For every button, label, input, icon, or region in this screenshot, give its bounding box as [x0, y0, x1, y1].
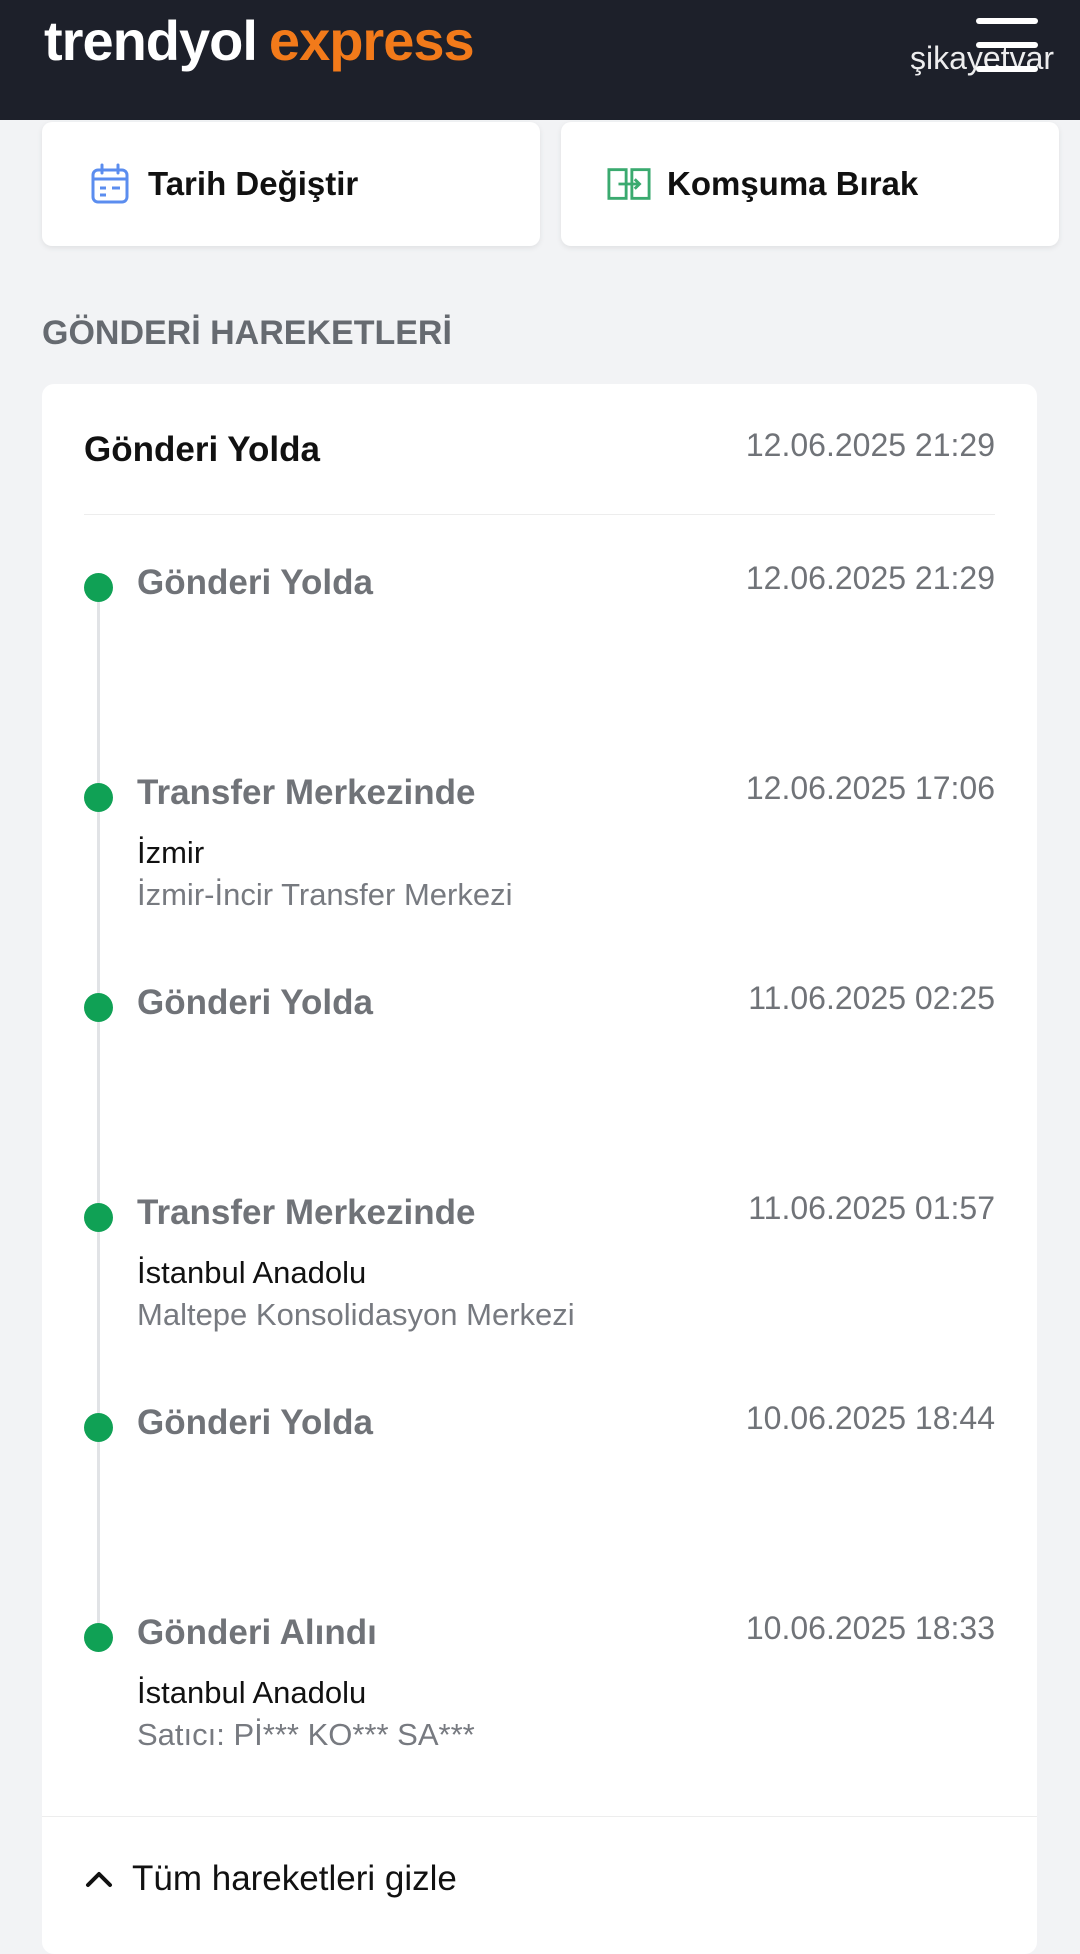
timeline-event: Gönderi Yolda 11.06.2025 02:25: [42, 980, 1037, 1183]
chevron-up-icon: [82, 1862, 116, 1896]
event-date: 11.06.2025 01:57: [748, 1190, 995, 1226]
event-date: 12.06.2025 21:29: [745, 560, 995, 596]
hide-all-movements-label: Tüm hareketleri gizle: [132, 1859, 457, 1898]
logo-text-express: express: [268, 9, 475, 72]
event-date: 12.06.2025 17:06: [745, 770, 995, 806]
timeline-event: Gönderi Yolda 10.06.2025 18:44: [42, 1400, 1037, 1603]
event-detail: İzmir-İncir Transfer Merkezi: [137, 877, 513, 912]
event-title: Transfer Merkezinde: [137, 773, 476, 812]
event-location: İstanbul Anadolu: [137, 1255, 367, 1290]
event-location: İstanbul Anadolu: [137, 1675, 367, 1710]
status-dot-icon: [84, 783, 113, 812]
leave-with-neighbor-button[interactable]: Komşuma Bırak: [561, 122, 1059, 246]
event-detail: Maltepe Konsolidasyon Merkezi: [137, 1297, 575, 1332]
event-detail: Satıcı: Pİ*** KO*** SA***: [137, 1717, 475, 1752]
timeline-event: Transfer Merkezinde 12.06.2025 17:06 İzm…: [42, 770, 1037, 973]
status-dot-icon: [84, 993, 113, 1022]
timeline-event: Transfer Merkezinde 11.06.2025 01:57 İst…: [42, 1190, 1037, 1393]
event-title: Gönderi Alındı: [137, 1613, 377, 1652]
hide-all-movements-button[interactable]: Tüm hareketleri gizle: [82, 1854, 457, 1904]
event-date: 10.06.2025 18:33: [745, 1610, 995, 1646]
summary-divider: [84, 514, 995, 515]
event-title: Gönderi Yolda: [137, 983, 373, 1022]
event-date: 11.06.2025 02:25: [748, 980, 995, 1016]
swap-box-icon: [607, 162, 651, 206]
event-location: İzmir: [137, 835, 205, 870]
event-title: Transfer Merkezinde: [137, 1193, 476, 1232]
calendar-icon: [88, 162, 132, 206]
timeline-event: Gönderi Alındı 10.06.2025 18:33 İstanbul…: [42, 1610, 1037, 1813]
event-title: Gönderi Yolda: [137, 1403, 373, 1442]
current-status-title: Gönderi Yolda: [84, 430, 320, 469]
logo-text-trendyol: trendyol: [44, 9, 258, 72]
current-status-date: 12.06.2025 21:29: [745, 427, 995, 463]
shipment-movements-heading: GÖNDERİ HAREKETLERİ: [42, 314, 452, 352]
trendyol-express-logo[interactable]: trendyol express: [44, 8, 475, 73]
status-dot-icon: [84, 573, 113, 602]
status-dot-icon: [84, 1413, 113, 1442]
top-bar: trendyol express şikayetvar: [0, 0, 1080, 120]
sikayetvar-watermark: şikayetvar: [910, 40, 1055, 76]
event-title: Gönderi Yolda: [137, 563, 373, 602]
leave-with-neighbor-label: Komşuma Bırak: [667, 165, 919, 202]
status-dot-icon: [84, 1203, 113, 1232]
shipment-movements-panel: Gönderi Yolda 12.06.2025 21:29 Gönderi Y…: [42, 384, 1037, 1954]
event-date: 10.06.2025 18:44: [745, 1400, 995, 1436]
footer-divider: [42, 1816, 1037, 1817]
change-date-button[interactable]: Tarih Değiştir: [42, 122, 540, 246]
timeline-event: Gönderi Yolda 12.06.2025 21:29: [42, 560, 1037, 763]
status-dot-icon: [84, 1623, 113, 1652]
change-date-label: Tarih Değiştir: [148, 165, 359, 202]
